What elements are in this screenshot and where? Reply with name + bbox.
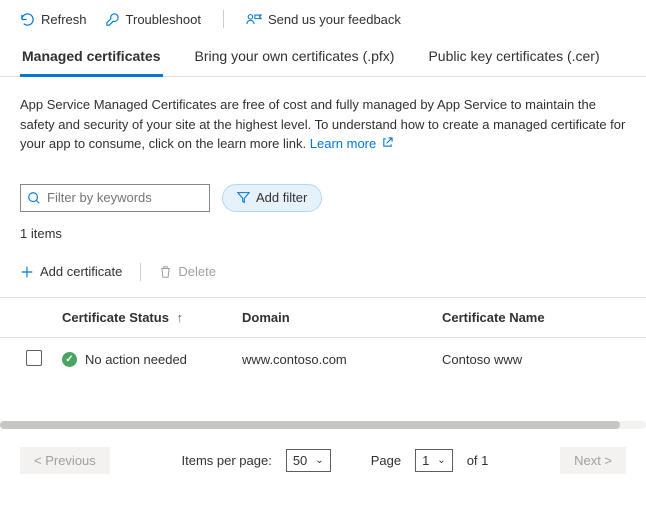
column-status[interactable]: Certificate Status ↑ bbox=[52, 297, 232, 337]
scrollbar-thumb[interactable] bbox=[0, 421, 620, 429]
tab-bring-your-own[interactable]: Bring your own certificates (.pfx) bbox=[193, 42, 397, 76]
add-filter-label: Add filter bbox=[256, 190, 307, 205]
horizontal-scrollbar[interactable] bbox=[0, 421, 646, 429]
refresh-label: Refresh bbox=[41, 12, 87, 27]
page-select[interactable]: 1 ⌄ bbox=[415, 449, 453, 472]
row-checkbox[interactable] bbox=[26, 350, 42, 366]
success-icon: ✓ bbox=[62, 352, 77, 367]
feedback-label: Send us your feedback bbox=[268, 12, 401, 27]
add-certificate-label: Add certificate bbox=[40, 264, 122, 279]
chevron-down-icon: ⌄ bbox=[437, 455, 445, 466]
filter-row: Add filter bbox=[0, 164, 646, 220]
refresh-button[interactable]: Refresh bbox=[20, 12, 87, 27]
sort-ascending-icon: ↑ bbox=[177, 310, 184, 325]
tab-managed-certificates[interactable]: Managed certificates bbox=[20, 42, 163, 77]
external-link-icon bbox=[382, 134, 393, 154]
feedback-icon bbox=[246, 12, 262, 27]
filter-input-container[interactable] bbox=[20, 184, 210, 212]
add-certificate-button[interactable]: Add certificate bbox=[20, 264, 122, 279]
table-row[interactable]: ✓ No action needed www.contoso.com Conto… bbox=[0, 337, 646, 381]
certificates-table: Certificate Status ↑ Domain Certificate … bbox=[0, 297, 646, 381]
page-of-label: of 1 bbox=[467, 453, 489, 468]
previous-button[interactable]: < Previous bbox=[20, 447, 110, 474]
command-bar: Refresh Troubleshoot Send us your feedba… bbox=[0, 0, 646, 36]
learn-more-link[interactable]: Learn more bbox=[310, 136, 393, 151]
add-filter-button[interactable]: Add filter bbox=[222, 184, 322, 212]
column-domain[interactable]: Domain bbox=[232, 297, 432, 337]
search-icon bbox=[27, 191, 41, 205]
column-name[interactable]: Certificate Name bbox=[432, 297, 646, 337]
feedback-button[interactable]: Send us your feedback bbox=[246, 12, 401, 27]
troubleshoot-label: Troubleshoot bbox=[126, 12, 201, 27]
refresh-icon bbox=[20, 12, 35, 27]
items-per-page-select[interactable]: 50 ⌄ bbox=[286, 449, 331, 472]
status-text: No action needed bbox=[85, 352, 187, 367]
name-cell: Contoso www bbox=[432, 337, 646, 381]
page-label: Page bbox=[371, 453, 401, 468]
table-header-row: Certificate Status ↑ Domain Certificate … bbox=[0, 297, 646, 337]
domain-cell: www.contoso.com bbox=[232, 337, 432, 381]
trash-icon bbox=[159, 265, 172, 279]
items-per-page-label: Items per page: bbox=[182, 453, 272, 468]
filter-keywords-input[interactable] bbox=[47, 190, 223, 205]
delete-button[interactable]: Delete bbox=[159, 264, 216, 279]
next-button[interactable]: Next > bbox=[560, 447, 626, 474]
tab-public-key[interactable]: Public key certificates (.cer) bbox=[426, 42, 601, 76]
status-cell: ✓ No action needed bbox=[62, 352, 222, 367]
troubleshoot-button[interactable]: Troubleshoot bbox=[105, 12, 201, 27]
tab-bar: Managed certificates Bring your own cert… bbox=[0, 36, 646, 77]
action-row: Add certificate Delete bbox=[0, 251, 646, 291]
plus-icon bbox=[20, 265, 34, 279]
filter-icon bbox=[237, 191, 250, 204]
description-block: App Service Managed Certificates are fre… bbox=[0, 77, 646, 164]
column-checkbox bbox=[0, 297, 52, 337]
pagination-bar: < Previous Items per page: 50 ⌄ Page 1 ⌄… bbox=[0, 429, 646, 488]
wrench-icon bbox=[105, 12, 120, 27]
chevron-down-icon: ⌄ bbox=[315, 455, 323, 466]
action-divider bbox=[140, 263, 141, 281]
delete-label: Delete bbox=[178, 264, 216, 279]
toolbar-divider bbox=[223, 10, 224, 28]
item-count: 1 items bbox=[0, 220, 646, 251]
